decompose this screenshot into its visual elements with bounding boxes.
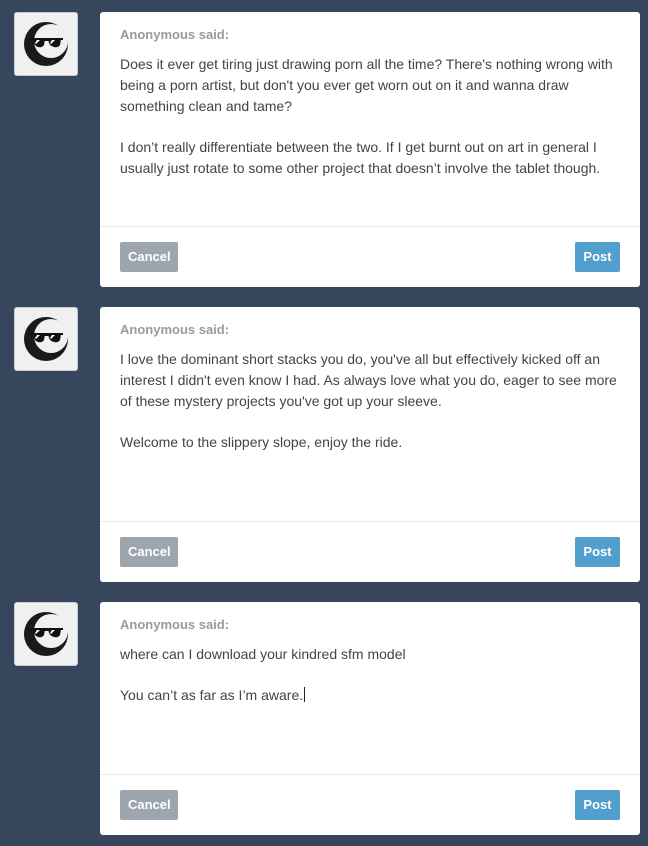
ask-card: Anonymous said: where can I download you… bbox=[100, 602, 640, 835]
ask-card: Anonymous said: Does it ever get tiring … bbox=[100, 12, 640, 287]
card-footer: Cancel Post bbox=[100, 226, 640, 287]
asker-label: Anonymous said: bbox=[120, 617, 230, 632]
card-footer: Cancel Post bbox=[100, 521, 640, 582]
anonymous-avatar-icon[interactable] bbox=[14, 602, 78, 666]
answer-text[interactable]: I don’t really differentiate between the… bbox=[120, 137, 620, 179]
answer-text[interactable]: Welcome to the slippery slope, enjoy the… bbox=[120, 432, 620, 453]
question-text: I love the dominant short stacks you do,… bbox=[120, 351, 617, 409]
anonymous-avatar-icon[interactable] bbox=[14, 307, 78, 371]
text-cursor bbox=[304, 687, 306, 702]
cancel-button[interactable]: Cancel bbox=[120, 790, 178, 820]
ask-card: Anonymous said: I love the dominant shor… bbox=[100, 307, 640, 582]
answer-text-value: You can’t as far as I’m aware. bbox=[120, 687, 304, 703]
post-button[interactable]: Post bbox=[575, 537, 620, 567]
cancel-button[interactable]: Cancel bbox=[120, 537, 178, 567]
asker-label: Anonymous said: bbox=[120, 27, 230, 42]
post-button[interactable]: Post bbox=[575, 242, 620, 272]
anonymous-avatar-icon[interactable] bbox=[14, 12, 78, 76]
question-text: Does it ever get tiring just drawing por… bbox=[120, 56, 613, 114]
cancel-button[interactable]: Cancel bbox=[120, 242, 178, 272]
post-button[interactable]: Post bbox=[575, 790, 620, 820]
answer-text[interactable]: You can’t as far as I’m aware. bbox=[120, 685, 620, 706]
asker-label: Anonymous said: bbox=[120, 322, 230, 337]
card-footer: Cancel Post bbox=[100, 774, 640, 835]
question-text: where can I download your kindred sfm mo… bbox=[120, 646, 406, 662]
